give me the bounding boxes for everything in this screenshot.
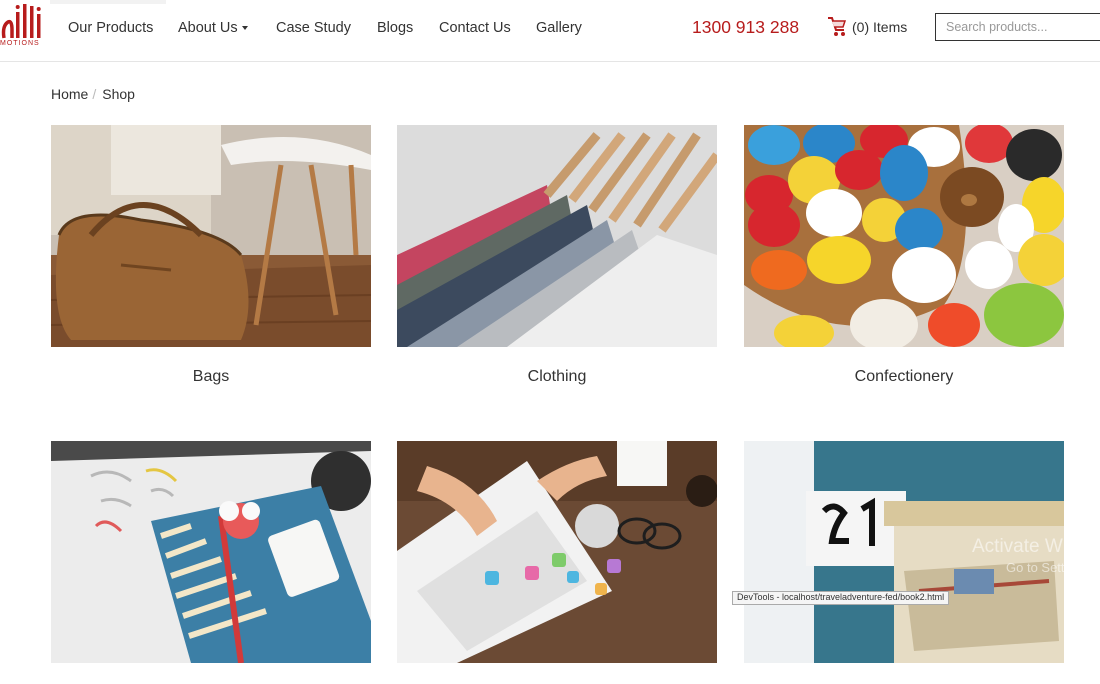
- category-tile-confectionery[interactable]: Confectionery: [744, 125, 1064, 386]
- breadcrumb-home[interactable]: Home: [51, 86, 88, 102]
- shopping-cart-icon: [828, 17, 847, 36]
- search-input[interactable]: [935, 13, 1100, 41]
- logo-tab: [50, 0, 166, 4]
- cart-count: (0) Items: [852, 19, 908, 35]
- category-tile-clothing[interactable]: Clothing: [397, 125, 717, 386]
- shirts-on-hangers-photo: [397, 125, 717, 347]
- os-watermark: Activate Windows: [972, 536, 1100, 557]
- category-label: Bags: [192, 368, 230, 385]
- gift-wrap-photo: [51, 441, 371, 663]
- candy-eggs-photo: [744, 125, 1064, 347]
- laptop-desk-photo: [397, 441, 717, 663]
- nav-blogs[interactable]: Blogs: [377, 20, 413, 36]
- category-tile-technology[interactable]: [397, 441, 717, 684]
- category-tile-gifts[interactable]: [51, 441, 371, 684]
- breadcrumb: Home / Shop: [51, 86, 135, 102]
- nav-about-us-label: About Us: [178, 20, 238, 36]
- chevron-down-icon: [241, 26, 248, 31]
- breadcrumb-current: Shop: [102, 86, 135, 102]
- browser-status-bar: DevTools - localhost/traveladventure-fed…: [732, 591, 950, 605]
- cart-button[interactable]: (0) Items: [826, 14, 907, 40]
- logo-subtext: MOTIONS: [0, 40, 40, 47]
- leather-bag-photo: [51, 125, 371, 347]
- breadcrumb-separator: /: [92, 86, 97, 102]
- site-header: MOTIONS Our Products About Us Case Study…: [0, 0, 1100, 62]
- site-logo[interactable]: MOTIONS: [0, 0, 46, 52]
- nav-our-products[interactable]: Our Products: [68, 20, 153, 36]
- nav-contact-us[interactable]: Contact Us: [439, 20, 511, 36]
- category-label: Clothing: [527, 368, 587, 385]
- phone-number[interactable]: 1300 913 288: [692, 17, 799, 38]
- nav-about-us[interactable]: About Us: [178, 20, 248, 36]
- os-watermark-subtext: Go to Settings to activate: [1006, 560, 1100, 575]
- category-tile-bags[interactable]: Bags: [51, 125, 371, 386]
- nav-gallery[interactable]: Gallery: [536, 20, 582, 36]
- category-label: Confectionery: [854, 368, 954, 385]
- nav-case-study[interactable]: Case Study: [276, 20, 351, 36]
